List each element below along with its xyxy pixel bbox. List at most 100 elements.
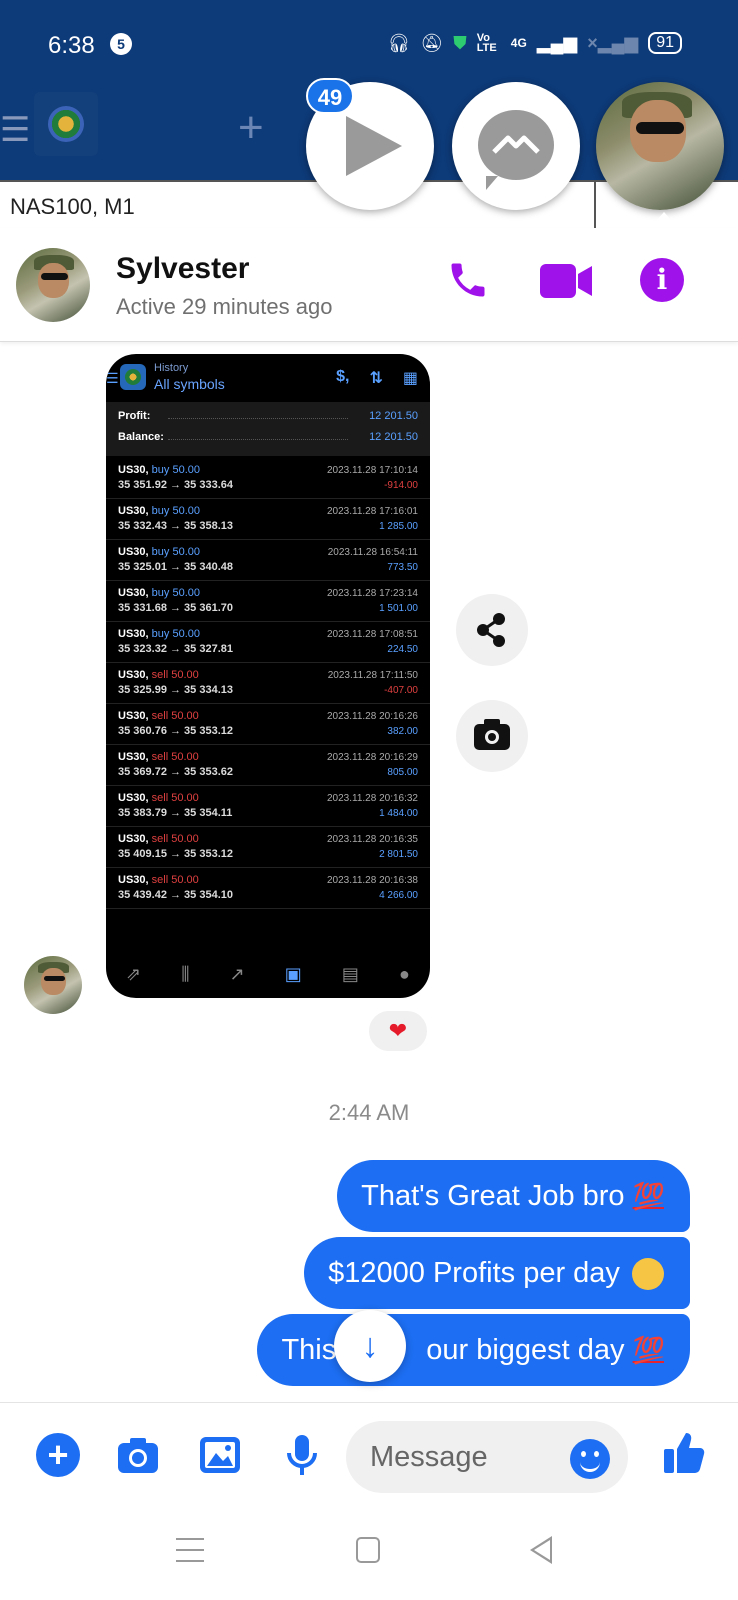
status-time: 6:38 — [48, 32, 95, 59]
trade-symbol: US30, buy 50.00 — [118, 587, 200, 599]
info-icon[interactable]: i — [640, 258, 684, 302]
trade-symbol: US30, buy 50.00 — [118, 464, 200, 476]
shot-menu-icon: ☰ — [106, 370, 119, 386]
message-timestamp: 2:44 AM — [328, 1100, 410, 1125]
trade-prices: 35 409.15 → 35 353.12 — [118, 848, 233, 860]
bg-crosshair-icon: + — [238, 103, 264, 152]
trade-date: 2023.11.28 17:11:50 — [327, 670, 418, 681]
battery-indicator: 91 — [648, 32, 682, 54]
sender-avatar[interactable] — [24, 956, 82, 1014]
share-icon — [477, 613, 505, 647]
shot-nav-chat-icon: ● — [399, 963, 410, 984]
trade-row: US30, buy 50.00 35 351.92 → 35 333.64 2023… — [106, 458, 430, 499]
trade-prices: 35 369.72 → 35 353.62 — [118, 766, 233, 778]
trade-date: 2023.11.28 20:16:35 — [326, 834, 418, 845]
messenger-bolt-icon — [492, 135, 540, 154]
plus-icon[interactable]: + — [36, 1433, 80, 1477]
home-icon[interactable] — [356, 1537, 380, 1563]
camera-icon — [474, 719, 510, 750]
chathead-messenger[interactable] — [452, 82, 580, 210]
trade-symbol: US30, buy 50.00 — [118, 628, 200, 640]
trade-pnl: 1 484.00 — [379, 808, 418, 819]
trade-date: 2023.11.28 20:16:29 — [326, 752, 418, 763]
trade-prices: 35 360.76 → 35 353.12 — [118, 725, 233, 737]
trade-pnl: 224.50 — [387, 644, 418, 655]
back-icon[interactable] — [530, 1536, 552, 1564]
recents-menu-icon[interactable] — [176, 1538, 204, 1562]
trade-side: sell 50.00 — [151, 874, 199, 886]
trade-row: US30, sell 50.00 35 325.99 → 35 334.13 202… — [106, 663, 430, 704]
phone-icon[interactable] — [446, 258, 490, 302]
camera-icon[interactable] — [116, 1433, 160, 1477]
trade-row: US30, sell 50.00 35 369.72 → 35 353.62 202… — [106, 745, 430, 786]
trade-date: 2023.11.28 17:10:14 — [326, 465, 418, 476]
trade-side: buy 50.00 — [151, 628, 200, 640]
trade-side: sell 50.00 — [151, 751, 199, 763]
trade-pnl: 773.50 — [387, 562, 418, 573]
contact-name[interactable]: Sylvester — [116, 252, 249, 286]
trade-prices: 35 331.68 → 35 361.70 — [118, 602, 233, 614]
camera-share-button[interactable] — [456, 700, 528, 772]
signal-label: 4G — [510, 36, 527, 50]
shared-image-message[interactable]: ☰ History All symbols $, ⇅ ▦ Profit: 12 … — [106, 354, 430, 998]
shot-app-logo-icon — [120, 364, 146, 390]
shot-sort-icon: ⇅ — [369, 370, 383, 387]
outgoing-message[interactable]: This our biggest day 💯 — [257, 1314, 690, 1386]
status-bar: 6:38 5 🎧︎ 🔕︎ ⛊ Vo LTE 4G ▂▄▆ ×▂▄▆ 91 — [0, 0, 738, 88]
balance-row: Balance: 12 201.50 — [118, 431, 418, 451]
profit-value: 12 201.50 — [369, 410, 418, 422]
message-text-end: our biggest day — [426, 1334, 625, 1366]
hundred-points-emoji-icon: 💯 — [632, 1181, 665, 1211]
trade-pnl: 1 285.00 — [379, 521, 418, 532]
video-call-icon[interactable] — [540, 264, 592, 298]
chathead-unread-badge: 49 — [306, 78, 354, 114]
emoji-icon[interactable] — [570, 1439, 610, 1479]
outgoing-message[interactable]: That's Great Job bro 💯 — [337, 1160, 690, 1232]
microphone-icon[interactable] — [280, 1433, 324, 1477]
outgoing-message[interactable]: $12000 Profits per day — [304, 1237, 690, 1309]
contact-avatar[interactable] — [16, 248, 90, 322]
shot-title: All symbols — [154, 376, 225, 392]
trade-pnl: 2 801.50 — [379, 849, 418, 860]
trade-row: US30, sell 50.00 35 360.76 → 35 353.12 202… — [106, 704, 430, 745]
trade-prices: 35 351.92 → 35 333.64 — [118, 479, 233, 491]
signal-icon: ▂▄▆ — [536, 32, 578, 53]
trade-prices: 35 325.01 → 35 340.48 — [118, 561, 233, 573]
trade-row: US30, buy 50.00 35 332.43 → 35 358.13 2023… — [106, 499, 430, 540]
trade-pnl: 1 501.00 — [379, 603, 418, 614]
shield-dollar-icon: ⛊ — [453, 32, 467, 53]
scroll-to-bottom-button[interactable]: ↓ — [334, 1310, 406, 1382]
signal-weak-icon: ×▂▄▆ — [587, 32, 639, 53]
play-icon — [346, 116, 402, 176]
trade-row: US30, buy 50.00 35 331.68 → 35 361.70 2023… — [106, 581, 430, 622]
trade-side: buy 50.00 — [151, 464, 200, 476]
bg-app-logo-icon — [34, 92, 98, 156]
trade-symbol: US30, sell 50.00 — [118, 792, 199, 804]
share-button[interactable] — [456, 594, 528, 666]
trade-side: buy 50.00 — [151, 587, 200, 599]
shot-tools: $, ⇅ ▦ — [336, 368, 418, 388]
message-input[interactable] — [370, 1437, 550, 1477]
trade-symbol: US30, sell 50.00 — [118, 874, 199, 886]
status-icons: 🎧︎ 🔕︎ ⛊ Vo LTE 4G ▂▄▆ ×▂▄▆ 91 — [388, 32, 682, 54]
bg-symbol-label: NAS100, M1 — [10, 194, 135, 219]
trade-date: 2023.11.28 16:54:11 — [327, 547, 418, 558]
trade-row: US30, buy 50.00 35 323.32 → 35 327.81 2023… — [106, 622, 430, 663]
headphones-icon: 🎧︎ — [387, 32, 411, 53]
shot-subtitle: History — [154, 362, 189, 374]
profit-label: Profit: — [118, 410, 151, 422]
like-thumbs-up-icon[interactable] — [662, 1431, 706, 1475]
bg-menu-icon: ☰ — [0, 111, 31, 149]
trade-prices: 35 383.79 → 35 354.11 — [118, 807, 233, 819]
shot-currency-icon: $, — [336, 368, 350, 385]
trade-pnl: 805.00 — [387, 767, 418, 778]
trade-symbol: US30, sell 50.00 — [118, 751, 199, 763]
chathead-contact-avatar[interactable] — [596, 82, 724, 210]
gallery-icon[interactable] — [198, 1433, 242, 1477]
trade-date: 2023.11.28 17:08:51 — [326, 629, 418, 640]
shot-nav-news-icon: ▤ — [341, 963, 359, 984]
trade-prices: 35 323.32 → 35 327.81 — [118, 643, 233, 655]
trade-pnl: -407.00 — [384, 685, 418, 696]
shot-summary: Profit: 12 201.50 Balance: 12 201.50 — [106, 402, 430, 456]
heart-reaction[interactable]: ❤ — [366, 1008, 430, 1054]
